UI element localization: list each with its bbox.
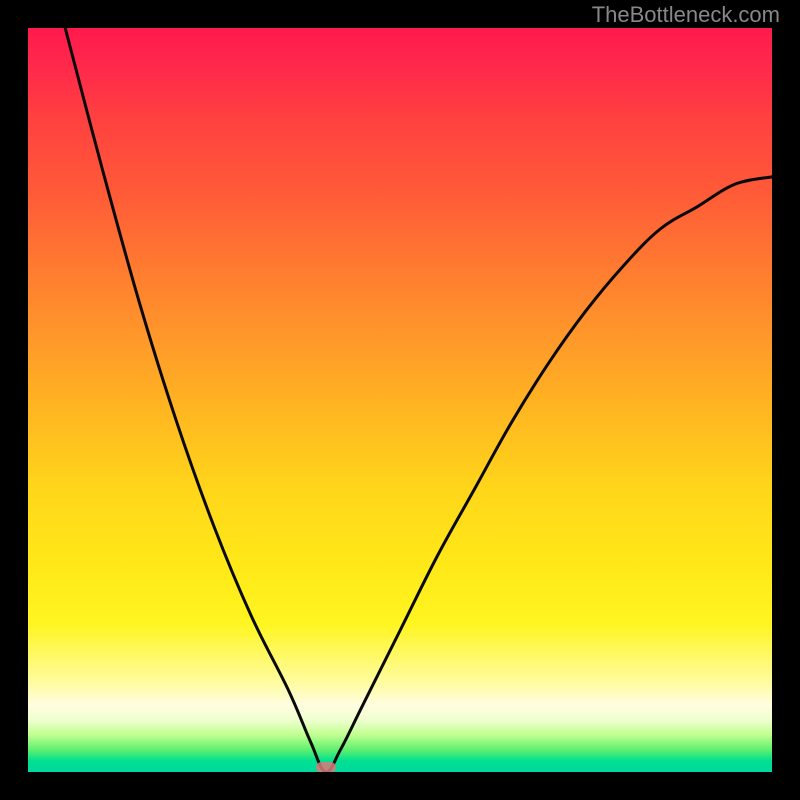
- watermark-text: TheBottleneck.com: [592, 2, 780, 28]
- bottleneck-curve: [28, 28, 772, 772]
- optimal-marker: [316, 762, 336, 772]
- chart-frame: TheBottleneck.com: [0, 0, 800, 800]
- plot-area: [28, 28, 772, 772]
